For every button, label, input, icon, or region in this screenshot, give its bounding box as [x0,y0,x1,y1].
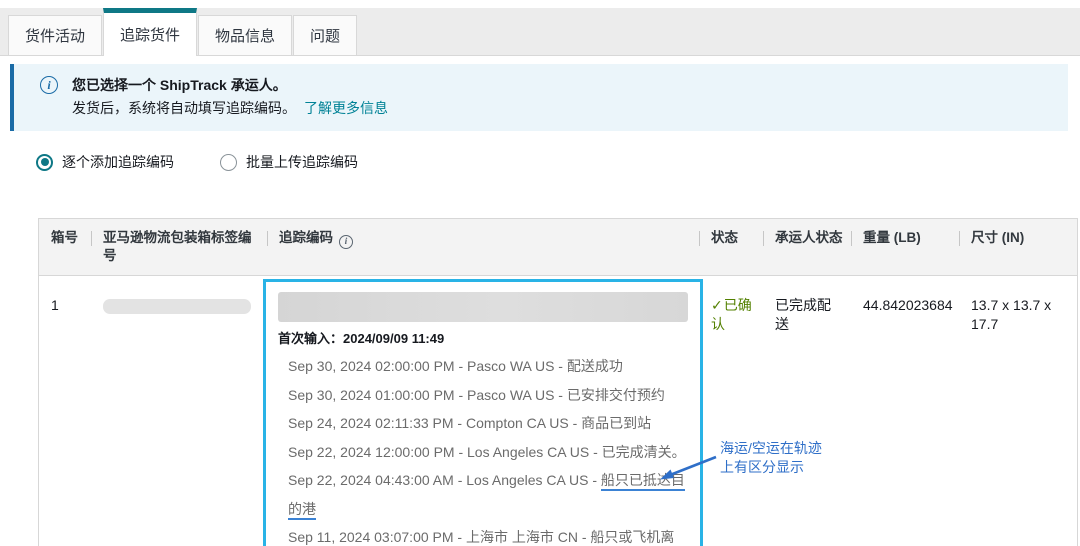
banner-title: 您已选择一个 ShipTrack 承运人。 [72,75,388,95]
cell-weight: 44.842023684 [851,276,959,546]
tracking-code-input[interactable] [278,292,688,322]
tracking-events: Sep 30, 2024 02:00:00 PM - Pasco WA US -… [288,352,688,546]
header-fba-box-label: 亚马逊物流包装箱标签编号 [91,219,267,275]
cell-status: ✓已确认 [699,276,763,546]
info-banner: i 您已选择一个 ShipTrack 承运人。 发货后，系统将自动填写追踪编码。… [10,64,1068,131]
tracking-highlight-box: 首次输入：2024/09/09 11:49 Sep 30, 2024 02:00… [263,279,703,546]
header-weight: 重量 (LB) [851,219,959,275]
banner-message: 发货后，系统将自动填写追踪编码。了解更多信息 [72,97,388,119]
check-icon: ✓ [711,297,723,313]
tracking-table: 箱号 亚马逊物流包装箱标签编号 追踪编码 i 状态 承运人状态 重量 (LB) 尺… [38,218,1078,546]
tracking-event-arrival-port: Sep 22, 2024 04:43:00 AM - Los Angeles C… [288,466,688,523]
tracking-mode-options: 逐个添加追踪编码 批量上传追踪编码 [36,152,358,172]
header-dimensions: 尺寸 (IN) [959,219,1077,275]
radio-add-individually-label: 逐个添加追踪编码 [62,152,174,172]
tab-track-shipment[interactable]: 追踪货件 [103,8,197,56]
annotation-line1: 海运/空运在轨迹 [720,439,822,458]
info-banner-text: 您已选择一个 ShipTrack 承运人。 发货后，系统将自动填写追踪编码。了解… [72,75,388,119]
cell-box-number: 1 [39,276,91,546]
tracking-event-text: Sep 22, 2024 04:43:00 AM - Los Angeles C… [288,472,601,488]
cell-carrier-status: 已完成配送 [763,276,851,546]
first-input-line: 首次输入：2024/09/09 11:49 [278,329,688,348]
cell-fba-box-label [91,276,267,546]
radio-unselected-icon[interactable] [220,154,237,171]
dimensions-value: 13.7 x 13.7 x 17.7 [971,296,1069,334]
header-box-number: 箱号 [39,219,91,275]
header-tracking-code-label: 追踪编码 [279,230,333,245]
header-carrier-status: 承运人状态 [763,219,851,275]
radio-add-individually[interactable]: 逐个添加追踪编码 [36,152,174,172]
table-row: 1 首次输入：2024/09/09 11:49 Sep 30, 2024 02:… [39,276,1077,546]
table-header-row: 箱号 亚马逊物流包装箱标签编号 追踪编码 i 状态 承运人状态 重量 (LB) 尺… [39,219,1077,276]
tracking-event: Sep 11, 2024 03:07:00 PM - 上海市 上海市 CN - … [288,523,688,546]
annotation-arrow-icon [656,451,724,485]
tracking-event: Sep 24, 2024 02:11:33 PM - Compton CA US… [288,409,688,438]
radio-selected-icon[interactable] [36,154,53,171]
first-input-label: 首次输入： [278,331,343,346]
tracking-info-icon[interactable]: i [339,235,353,249]
annotation-line2: 上有区分显示 [720,458,822,477]
radio-bulk-upload[interactable]: 批量上传追踪编码 [220,152,358,172]
info-icon: i [40,76,58,94]
header-tracking-code: 追踪编码 i [267,219,699,275]
learn-more-link[interactable]: 了解更多信息 [304,100,388,116]
banner-message-text: 发货后，系统将自动填写追踪编码。 [72,100,296,116]
tab-issues[interactable]: 问题 [293,15,357,55]
tracking-event: Sep 30, 2024 02:00:00 PM - Pasco WA US -… [288,352,688,381]
tab-shipment-activity[interactable]: 货件活动 [8,15,102,55]
tracking-event: Sep 30, 2024 01:00:00 PM - Pasco WA US -… [288,381,688,410]
header-status: 状态 [699,219,763,275]
tracking-event: Sep 22, 2024 12:00:00 PM - Los Angeles C… [288,438,688,467]
tab-bar: 货件活动 追踪货件 物品信息 问题 [0,8,1080,56]
box-label-redacted-bar [103,299,251,314]
cell-tracking-code: 首次输入：2024/09/09 11:49 Sep 30, 2024 02:00… [267,276,699,546]
radio-bulk-upload-label: 批量上传追踪编码 [246,152,358,172]
first-input-value: 2024/09/09 11:49 [343,331,444,346]
page: 货件活动 追踪货件 物品信息 问题 i 您已选择一个 ShipTrack 承运人… [0,0,1080,546]
annotation-note: 海运/空运在轨迹 上有区分显示 [720,439,822,477]
tab-item-info[interactable]: 物品信息 [198,15,292,55]
cell-dimensions: 13.7 x 13.7 x 17.7 [959,276,1077,546]
